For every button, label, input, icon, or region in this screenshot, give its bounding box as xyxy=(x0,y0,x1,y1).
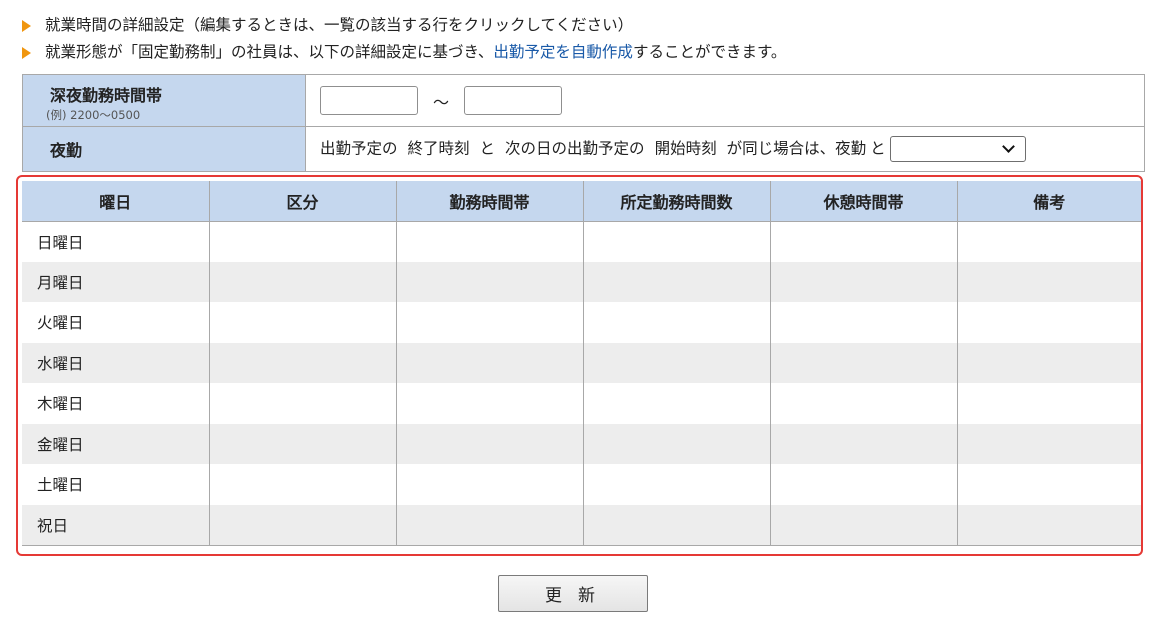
night-shift-text-2: 終了時刻 xyxy=(407,139,470,158)
remarks-cell xyxy=(957,383,1141,424)
table-row-sunday[interactable]: 日曜日 xyxy=(22,221,1141,262)
table-row-friday[interactable]: 金曜日 xyxy=(22,423,1141,464)
header-scheduled-hours: 所定勤務時間数 xyxy=(583,181,771,222)
table-row-holiday[interactable]: 祝日 xyxy=(22,504,1141,546)
remarks-cell xyxy=(957,504,1141,546)
category-cell xyxy=(209,302,397,343)
work-hours-cell xyxy=(396,302,584,343)
scheduled-hours-cell xyxy=(583,464,771,505)
work-hours-cell xyxy=(396,221,584,262)
day-label: 木曜日 xyxy=(22,383,210,424)
settings-table: 深夜勤務時間帯 (例) 2200～0500 ～ 夜勤 出勤予定の 終了時刻と次の日… xyxy=(22,74,1145,172)
header-work-hours: 勤務時間帯 xyxy=(396,181,584,222)
scheduled-hours-cell xyxy=(583,504,771,546)
header-break-hours: 休憩時間帯 xyxy=(770,181,958,222)
remarks-cell xyxy=(957,302,1141,343)
night-shift-row: 夜勤 出勤予定の 終了時刻と次の日の出勤予定の 開始時刻 が同じ場合は、夜勤と xyxy=(22,126,1145,172)
scheduled-hours-cell xyxy=(583,261,771,302)
night-shift-text-5: 開始時刻 xyxy=(654,139,717,158)
night-shift-label-cell: 夜勤 xyxy=(22,126,306,172)
note-text-2a: 就業形態が「固定勤務制」の社員は、以下の詳細設定に基づき、 xyxy=(45,43,494,61)
weekday-schedule-table: 曜日 区分 勤務時間帯 所定勤務時間数 休憩時間帯 備考 日曜日 月曜日 火曜日… xyxy=(22,181,1141,546)
night-shift-label: 夜勤 xyxy=(50,141,83,160)
remarks-cell xyxy=(957,423,1141,464)
auto-create-schedule-link[interactable]: 出勤予定を自動作成 xyxy=(493,39,633,66)
remarks-cell xyxy=(957,221,1141,262)
break-hours-cell xyxy=(770,302,958,343)
note-line-1: 就業時間の詳細設定（編集するときは、一覧の該当する行をクリックしてください） xyxy=(22,12,786,39)
break-hours-cell xyxy=(770,261,958,302)
remarks-cell xyxy=(957,342,1141,383)
table-row-tuesday[interactable]: 火曜日 xyxy=(22,302,1141,343)
work-hours-cell xyxy=(396,423,584,464)
header-remarks: 備考 xyxy=(957,181,1141,222)
break-hours-cell xyxy=(770,383,958,424)
day-label: 祝日 xyxy=(22,504,210,546)
break-hours-cell xyxy=(770,504,958,546)
table-row-monday[interactable]: 月曜日 xyxy=(22,261,1141,302)
day-label: 金曜日 xyxy=(22,423,210,464)
table-row-thursday[interactable]: 木曜日 xyxy=(22,383,1141,424)
late-night-row: 深夜勤務時間帯 (例) 2200～0500 ～ xyxy=(22,74,1145,127)
remarks-cell xyxy=(957,261,1141,302)
day-label: 水曜日 xyxy=(22,342,210,383)
late-night-label-cell: 深夜勤務時間帯 (例) 2200～0500 xyxy=(22,74,306,127)
update-button[interactable]: 更新 xyxy=(498,575,648,612)
category-cell xyxy=(209,383,397,424)
scheduled-hours-cell xyxy=(583,423,771,464)
table-header-row: 曜日 区分 勤務時間帯 所定勤務時間数 休憩時間帯 備考 xyxy=(22,181,1141,222)
work-hours-cell xyxy=(396,342,584,383)
scheduled-hours-cell xyxy=(583,342,771,383)
break-hours-cell xyxy=(770,221,958,262)
scheduled-hours-cell xyxy=(583,302,771,343)
night-shift-select[interactable] xyxy=(889,136,1026,162)
remarks-cell xyxy=(957,464,1141,505)
late-night-from-input[interactable] xyxy=(320,86,418,115)
category-cell xyxy=(209,423,397,464)
break-hours-cell xyxy=(770,423,958,464)
late-night-to-input[interactable] xyxy=(463,86,562,115)
note-text-1: 就業時間の詳細設定（編集するときは、一覧の該当する行をクリックしてください） xyxy=(45,16,634,34)
break-hours-cell xyxy=(770,342,958,383)
bullet-triangle-icon xyxy=(22,19,31,32)
break-hours-cell xyxy=(770,464,958,505)
work-hours-cell xyxy=(396,383,584,424)
note-text-2b: することができます。 xyxy=(632,43,787,61)
night-shift-text-7: と xyxy=(870,139,886,158)
day-label: 火曜日 xyxy=(22,302,210,343)
category-cell xyxy=(209,221,397,262)
night-shift-text-1: 出勤予定の xyxy=(320,139,398,158)
note-line-2: 就業形態が「固定勤務制」の社員は、以下の詳細設定に基づき、 出勤予定を自動作成 する… xyxy=(22,39,786,66)
header-category: 区分 xyxy=(209,181,397,222)
late-night-value-cell: ～ xyxy=(305,74,1145,127)
night-shift-text-6: が同じ場合は、夜勤 xyxy=(726,139,867,158)
work-hours-cell xyxy=(396,261,584,302)
notes: 就業時間の詳細設定（編集するときは、一覧の該当する行をクリックしてください） 就… xyxy=(22,12,786,66)
late-night-example: (例) 2200～0500 xyxy=(46,108,141,122)
chevron-down-icon xyxy=(1001,140,1015,153)
category-cell xyxy=(209,464,397,505)
category-cell xyxy=(209,342,397,383)
night-shift-text-3: と xyxy=(479,139,496,158)
header-weekday: 曜日 xyxy=(22,181,210,222)
day-label: 土曜日 xyxy=(22,464,210,505)
night-shift-value-cell: 出勤予定の 終了時刻と次の日の出勤予定の 開始時刻 が同じ場合は、夜勤と xyxy=(305,126,1145,172)
work-hours-cell xyxy=(396,464,584,505)
day-label: 月曜日 xyxy=(22,261,210,302)
scheduled-hours-cell xyxy=(583,221,771,262)
day-label: 日曜日 xyxy=(22,221,210,262)
work-hours-cell xyxy=(396,504,584,546)
late-night-label: 深夜勤務時間帯 xyxy=(50,86,163,105)
table-row-saturday[interactable]: 土曜日 xyxy=(22,464,1141,505)
category-cell xyxy=(209,261,397,302)
scheduled-hours-cell xyxy=(583,383,771,424)
category-cell xyxy=(209,504,397,546)
range-separator: ～ xyxy=(432,92,449,112)
table-row-wednesday[interactable]: 水曜日 xyxy=(22,342,1141,383)
night-shift-text-4: 次の日の出勤予定の xyxy=(505,139,645,158)
bullet-triangle-icon xyxy=(22,46,31,59)
